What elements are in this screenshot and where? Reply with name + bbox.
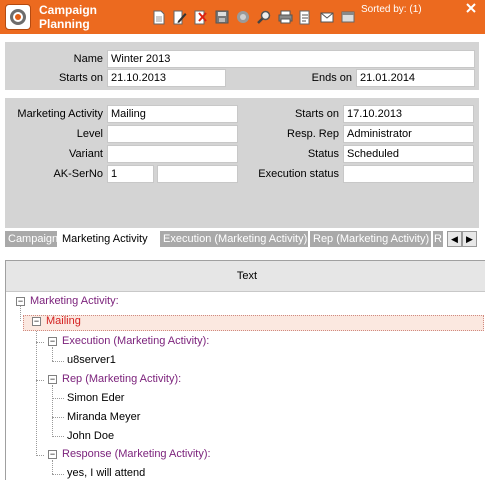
marketing-activity-field[interactable]: Mailing — [107, 105, 238, 123]
starts-on-label: Starts on — [58, 72, 103, 84]
window-title: Campaign Planning — [39, 3, 98, 31]
variant-field[interactable] — [107, 145, 238, 163]
selected-row-highlight — [23, 315, 484, 331]
ends-on-label: Ends on — [311, 72, 352, 84]
tree-node-marketing-activity[interactable]: Marketing Activity: — [30, 293, 119, 309]
title-bar: Campaign Planning Sorted by: (1) — [0, 0, 485, 34]
mail-icon[interactable] — [318, 8, 336, 26]
variant-label: Variant — [68, 148, 103, 160]
collapse-icon[interactable]: − — [32, 317, 41, 326]
collapse-icon[interactable]: − — [16, 297, 25, 306]
tree-connector — [36, 380, 44, 381]
ak-serno-extra-field[interactable] — [157, 165, 238, 183]
tree-connector — [52, 417, 64, 418]
marketing-activity-panel: Marketing Activity Mailing Level Variant… — [5, 98, 479, 228]
tree-node-response[interactable]: Response (Marketing Activity): — [62, 446, 211, 462]
tree-connector — [36, 342, 44, 343]
collapse-icon[interactable]: − — [48, 337, 57, 346]
app-logo-icon — [5, 4, 31, 30]
resp-rep-field[interactable]: Administrator — [343, 125, 474, 143]
tree-node-mailing[interactable]: Mailing — [46, 313, 81, 329]
tree-connector — [52, 385, 53, 437]
activity-starts-field[interactable]: 17.10.2013 — [343, 105, 474, 123]
new-document-icon[interactable] — [150, 8, 168, 26]
tree-node-execution[interactable]: Execution (Marketing Activity): — [62, 333, 209, 349]
level-label: Level — [76, 128, 103, 140]
resp-rep-label: Resp. Rep — [287, 128, 339, 140]
tree-connector — [52, 347, 53, 361]
tree-connector — [52, 474, 64, 475]
tree-connector — [52, 361, 64, 362]
tree-leaf-response-1[interactable]: yes, I will attend — [67, 465, 145, 480]
search-icon[interactable] — [255, 8, 273, 26]
campaign-starts-field[interactable]: 21.10.2013 — [107, 69, 226, 87]
sorted-by-label[interactable]: Sorted by: (1) — [361, 4, 422, 15]
name-field[interactable]: Winter 2013 — [107, 50, 475, 68]
collapse-icon[interactable]: − — [48, 450, 57, 459]
refresh-icon[interactable] — [234, 8, 252, 26]
tree-view[interactable]: Text − Marketing Activity: − Mailing − E… — [5, 260, 485, 480]
close-button[interactable] — [464, 3, 478, 15]
tree-connector — [52, 398, 64, 399]
window-icon[interactable] — [339, 8, 357, 26]
ak-serno-label: AK-SerNo — [53, 168, 103, 180]
level-field[interactable] — [107, 125, 238, 143]
execution-status-label: Execution status — [258, 168, 339, 180]
tree-leaf-server[interactable]: u8server1 — [67, 352, 116, 368]
ak-serno-field[interactable]: 1 — [107, 165, 154, 183]
delete-icon[interactable] — [192, 8, 210, 26]
tab-scroll-left-button[interactable]: ◀ — [447, 231, 462, 247]
tab-campaign[interactable]: Campaign — [5, 231, 57, 247]
close-icon — [466, 3, 476, 13]
activity-starts-on-label: Starts on — [294, 108, 339, 120]
triangle-right-icon: ▶ — [466, 234, 473, 244]
tab-scroll-right-button[interactable]: ▶ — [462, 231, 477, 247]
tree-connector — [52, 460, 53, 474]
print-icon[interactable] — [276, 8, 294, 26]
collapse-icon[interactable]: − — [48, 375, 57, 384]
triangle-left-icon: ◀ — [451, 234, 458, 244]
status-field[interactable]: Scheduled — [343, 145, 474, 163]
execution-status-field[interactable] — [343, 165, 474, 183]
status-label: Status — [307, 148, 339, 160]
edit-icon[interactable] — [171, 8, 189, 26]
tab-bar: Campaign Marketing Activity Execution (M… — [5, 231, 479, 247]
save-icon[interactable] — [213, 8, 231, 26]
tree-connector — [20, 306, 21, 321]
marketing-activity-label: Marketing Activity — [17, 108, 103, 120]
tree-leaf-rep-3[interactable]: John Doe — [67, 428, 114, 444]
tree-connector — [52, 436, 64, 437]
column-header-text[interactable]: Text — [6, 261, 485, 292]
tab-response[interactable]: R — [433, 231, 443, 247]
toolbar — [150, 8, 357, 26]
tree-leaf-rep-1[interactable]: Simon Eder — [67, 390, 124, 406]
name-label: Name — [73, 53, 103, 65]
tab-execution[interactable]: Execution (Marketing Activity) — [160, 231, 308, 247]
tree-connector — [36, 455, 44, 456]
campaign-ends-field[interactable]: 21.01.2014 — [356, 69, 475, 87]
tree-connector — [36, 326, 37, 456]
tab-marketing-activity[interactable]: Marketing Activity — [59, 231, 159, 247]
tab-rep[interactable]: Rep (Marketing Activity) — [310, 231, 431, 247]
tree-node-rep[interactable]: Rep (Marketing Activity): — [62, 371, 181, 387]
export-icon[interactable] — [297, 8, 315, 26]
campaign-panel: Name Winter 2013 Starts on 21.10.2013 En… — [5, 42, 479, 90]
tree-leaf-rep-2[interactable]: Miranda Meyer — [67, 409, 140, 425]
